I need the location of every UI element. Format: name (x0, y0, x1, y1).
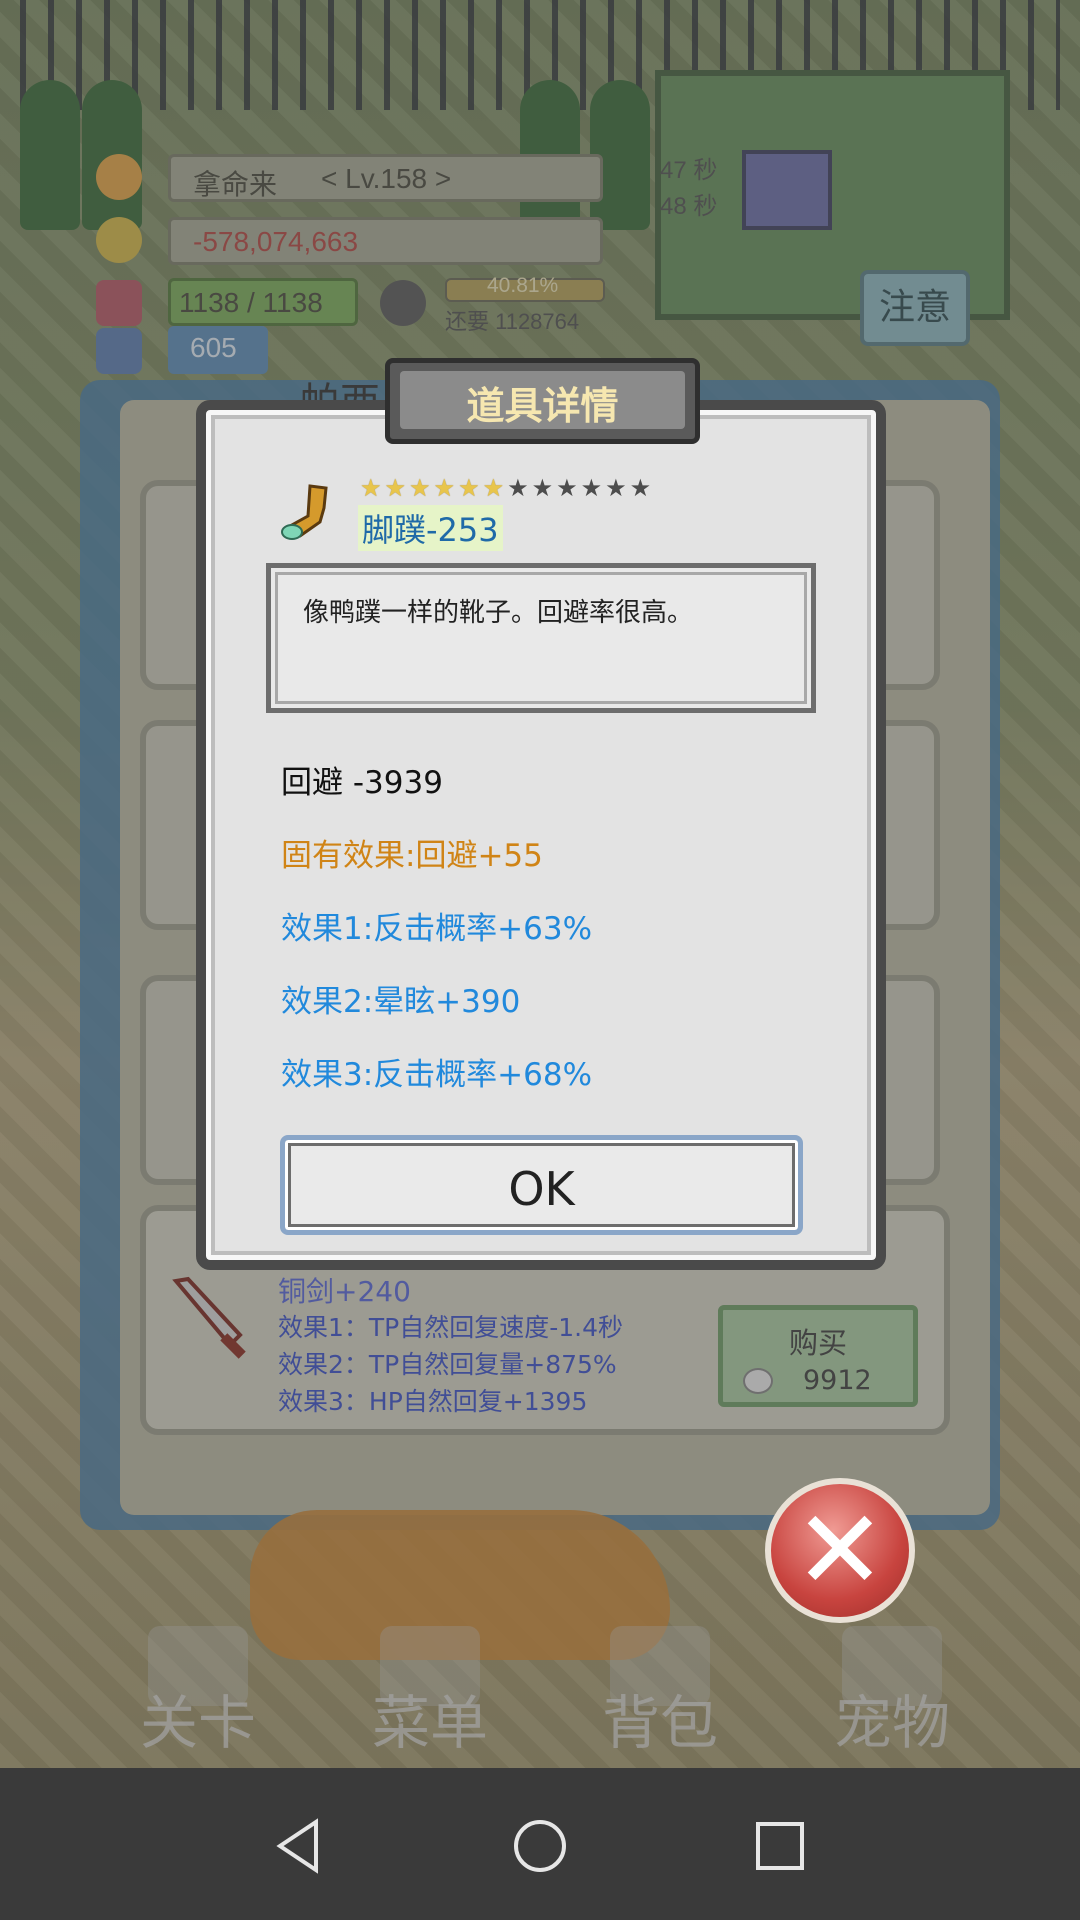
rarity-stars: ★★★★★★★★★★★★ (360, 474, 654, 502)
star-filled-icon: ★ (433, 474, 459, 502)
ok-label: OK (508, 1162, 575, 1216)
star-filled-icon: ★ (384, 474, 410, 502)
dialog-title-tab: 道具详情 (385, 358, 700, 444)
star-empty-icon: ★ (531, 474, 557, 502)
star-empty-icon: ★ (507, 474, 532, 502)
star-empty-icon: ★ (629, 474, 655, 502)
home-icon[interactable] (510, 1816, 570, 1876)
item-description: 像鸭蹼一样的靴子。回避率很高。 (303, 598, 694, 628)
back-icon[interactable] (270, 1816, 330, 1876)
effect-3: 效果3:反击概率+68% (281, 1057, 593, 1093)
recents-icon[interactable] (750, 1816, 810, 1876)
star-filled-icon: ★ (409, 474, 434, 502)
description-box: 像鸭蹼一样的靴子。回避率很高。 (266, 563, 816, 713)
flipper-boot-icon (281, 484, 328, 540)
close-icon: ✕ (793, 1486, 887, 1614)
base-stat: 回避 -3939 (281, 765, 443, 801)
star-empty-icon: ★ (556, 474, 581, 502)
star-filled-icon: ★ (458, 474, 483, 502)
system-nav-bar (0, 1768, 1080, 1920)
effect-2: 效果2:晕眩+390 (281, 984, 521, 1020)
ok-button[interactable]: OK (280, 1135, 803, 1235)
effect-1: 效果1:反击概率+63% (281, 911, 593, 947)
star-empty-icon: ★ (605, 474, 630, 502)
star-filled-icon: ★ (360, 474, 385, 502)
dialog-title: 道具详情 (466, 384, 619, 428)
close-button[interactable]: ✕ (765, 1478, 915, 1623)
star-filled-icon: ★ (482, 474, 508, 502)
star-empty-icon: ★ (580, 474, 606, 502)
fixed-effect: 固有效果:回避+55 (281, 838, 543, 874)
item-name: 脚蹼-253 (358, 505, 503, 551)
